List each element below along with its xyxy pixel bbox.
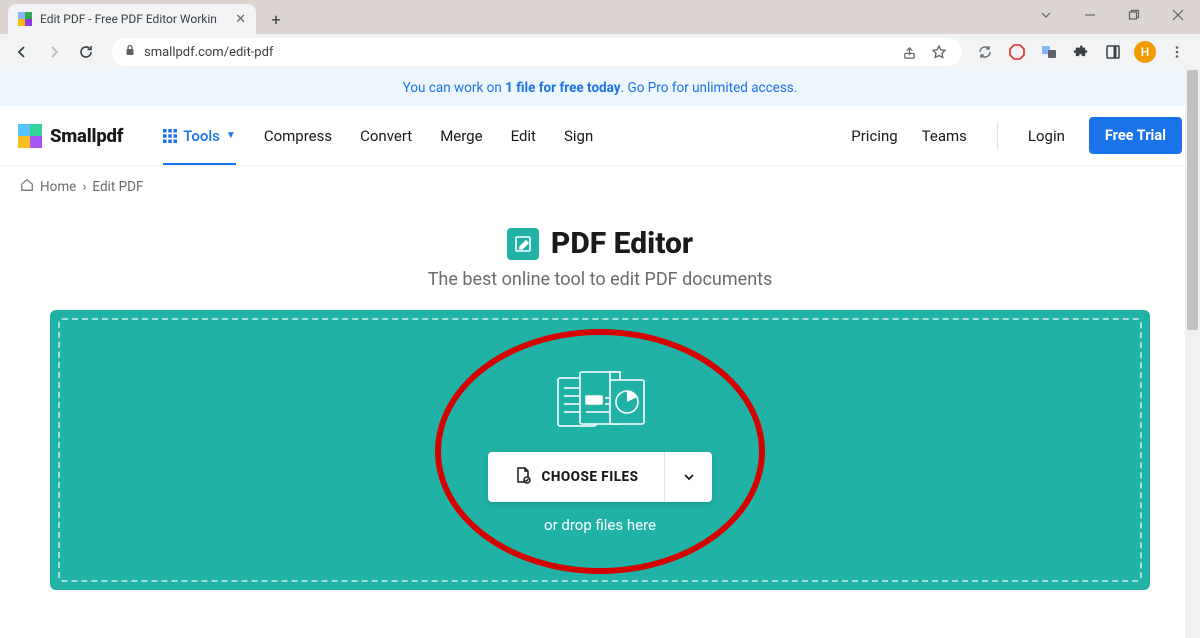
tab-strip: Edit PDF - Free PDF Editor Workin ✕ + bbox=[0, 0, 1200, 34]
main-menu: Tools ▼ Compress Convert Merge Edit Sign bbox=[163, 127, 593, 145]
choose-files-dropdown[interactable] bbox=[664, 452, 712, 502]
chevron-down-icon bbox=[682, 470, 696, 484]
page-subtitle: The best online tool to edit PDF documen… bbox=[0, 269, 1200, 290]
menu-sign[interactable]: Sign bbox=[564, 127, 593, 145]
apps-icon bbox=[163, 129, 177, 143]
teams-link[interactable]: Teams bbox=[922, 127, 967, 145]
menu-convert[interactable]: Convert bbox=[360, 127, 412, 145]
extension-icons: H bbox=[974, 41, 1192, 63]
promo-suffix: . Go Pro for unlimited access. bbox=[621, 80, 798, 96]
sync-icon[interactable] bbox=[974, 41, 996, 63]
reload-button[interactable] bbox=[72, 38, 100, 66]
menu-edit[interactable]: Edit bbox=[511, 127, 536, 145]
menu-tools-label: Tools bbox=[183, 127, 220, 145]
tab-title: Edit PDF - Free PDF Editor Workin bbox=[40, 12, 227, 26]
page-content: You can work on 1 file for free today. G… bbox=[0, 70, 1200, 600]
close-icon[interactable]: ✕ bbox=[235, 12, 246, 27]
files-illustration-icon: PDF bbox=[550, 366, 650, 440]
chevron-down-icon[interactable] bbox=[1024, 0, 1068, 30]
profile-avatar[interactable]: H bbox=[1134, 41, 1156, 63]
browser-toolbar: smallpdf.com/edit-pdf H bbox=[0, 34, 1200, 70]
maximize-button[interactable] bbox=[1112, 0, 1156, 30]
favicon-icon bbox=[18, 12, 32, 26]
site-header: Smallpdf Tools ▼ Compress Convert Merge … bbox=[0, 106, 1200, 166]
free-trial-button[interactable]: Free Trial bbox=[1089, 117, 1182, 154]
choose-files-label: CHOOSE FILES bbox=[542, 469, 639, 485]
address-bar[interactable]: smallpdf.com/edit-pdf bbox=[112, 38, 962, 66]
header-right: Pricing Teams Login Free Trial bbox=[851, 117, 1182, 154]
menu-tools[interactable]: Tools ▼ bbox=[163, 127, 236, 165]
vertical-scrollbar[interactable] bbox=[1185, 70, 1200, 638]
pricing-link[interactable]: Pricing bbox=[851, 127, 897, 145]
scrollbar-thumb[interactable] bbox=[1187, 70, 1198, 330]
menu-compress[interactable]: Compress bbox=[264, 127, 332, 145]
url-text: smallpdf.com/edit-pdf bbox=[144, 45, 890, 60]
caret-down-icon: ▼ bbox=[226, 130, 236, 141]
translate-icon[interactable] bbox=[1038, 41, 1060, 63]
page-title: PDF Editor bbox=[551, 226, 693, 261]
menu-merge[interactable]: Merge bbox=[440, 127, 482, 145]
breadcrumb-current: Edit PDF bbox=[92, 179, 143, 195]
document-icon bbox=[514, 466, 532, 488]
choose-files-row: CHOOSE FILES bbox=[488, 452, 713, 502]
panel-icon[interactable] bbox=[1102, 41, 1124, 63]
hero: PDF Editor The best online tool to edit … bbox=[0, 208, 1200, 296]
drop-zone[interactable]: PDF CHOOSE FILES or drop fil bbox=[50, 310, 1150, 590]
forward-button[interactable] bbox=[40, 38, 68, 66]
promo-bold: 1 file for free today bbox=[505, 80, 620, 96]
browser-chrome: Edit PDF - Free PDF Editor Workin ✕ + sm… bbox=[0, 0, 1200, 70]
lock-icon bbox=[124, 44, 136, 60]
breadcrumb-home[interactable]: Home bbox=[40, 179, 76, 195]
logo-text: Smallpdf bbox=[50, 125, 123, 147]
logo[interactable]: Smallpdf bbox=[18, 124, 123, 148]
share-icon[interactable] bbox=[898, 41, 920, 63]
extensions-icon[interactable] bbox=[1070, 41, 1092, 63]
kebab-menu-icon[interactable] bbox=[1166, 41, 1188, 63]
star-icon[interactable] bbox=[928, 41, 950, 63]
minimize-button[interactable] bbox=[1068, 0, 1112, 30]
pdf-editor-badge-icon bbox=[507, 228, 539, 260]
promo-banner[interactable]: You can work on 1 file for free today. G… bbox=[0, 70, 1200, 106]
back-button[interactable] bbox=[8, 38, 36, 66]
login-link[interactable]: Login bbox=[1028, 127, 1065, 145]
breadcrumb-sep: › bbox=[82, 179, 86, 195]
browser-tab[interactable]: Edit PDF - Free PDF Editor Workin ✕ bbox=[8, 4, 256, 34]
svg-text:PDF: PDF bbox=[588, 397, 601, 405]
window-controls bbox=[1024, 0, 1200, 30]
promo-prefix: You can work on bbox=[403, 80, 506, 96]
home-icon bbox=[20, 178, 34, 196]
choose-files-button[interactable]: CHOOSE FILES bbox=[488, 452, 665, 502]
separator bbox=[997, 122, 998, 150]
logo-icon bbox=[18, 124, 42, 148]
adblock-icon[interactable] bbox=[1006, 41, 1028, 63]
new-tab-button[interactable]: + bbox=[262, 5, 290, 33]
close-button[interactable] bbox=[1156, 0, 1200, 30]
drop-hint: or drop files here bbox=[544, 516, 656, 534]
breadcrumb: Home › Edit PDF bbox=[0, 166, 1200, 208]
